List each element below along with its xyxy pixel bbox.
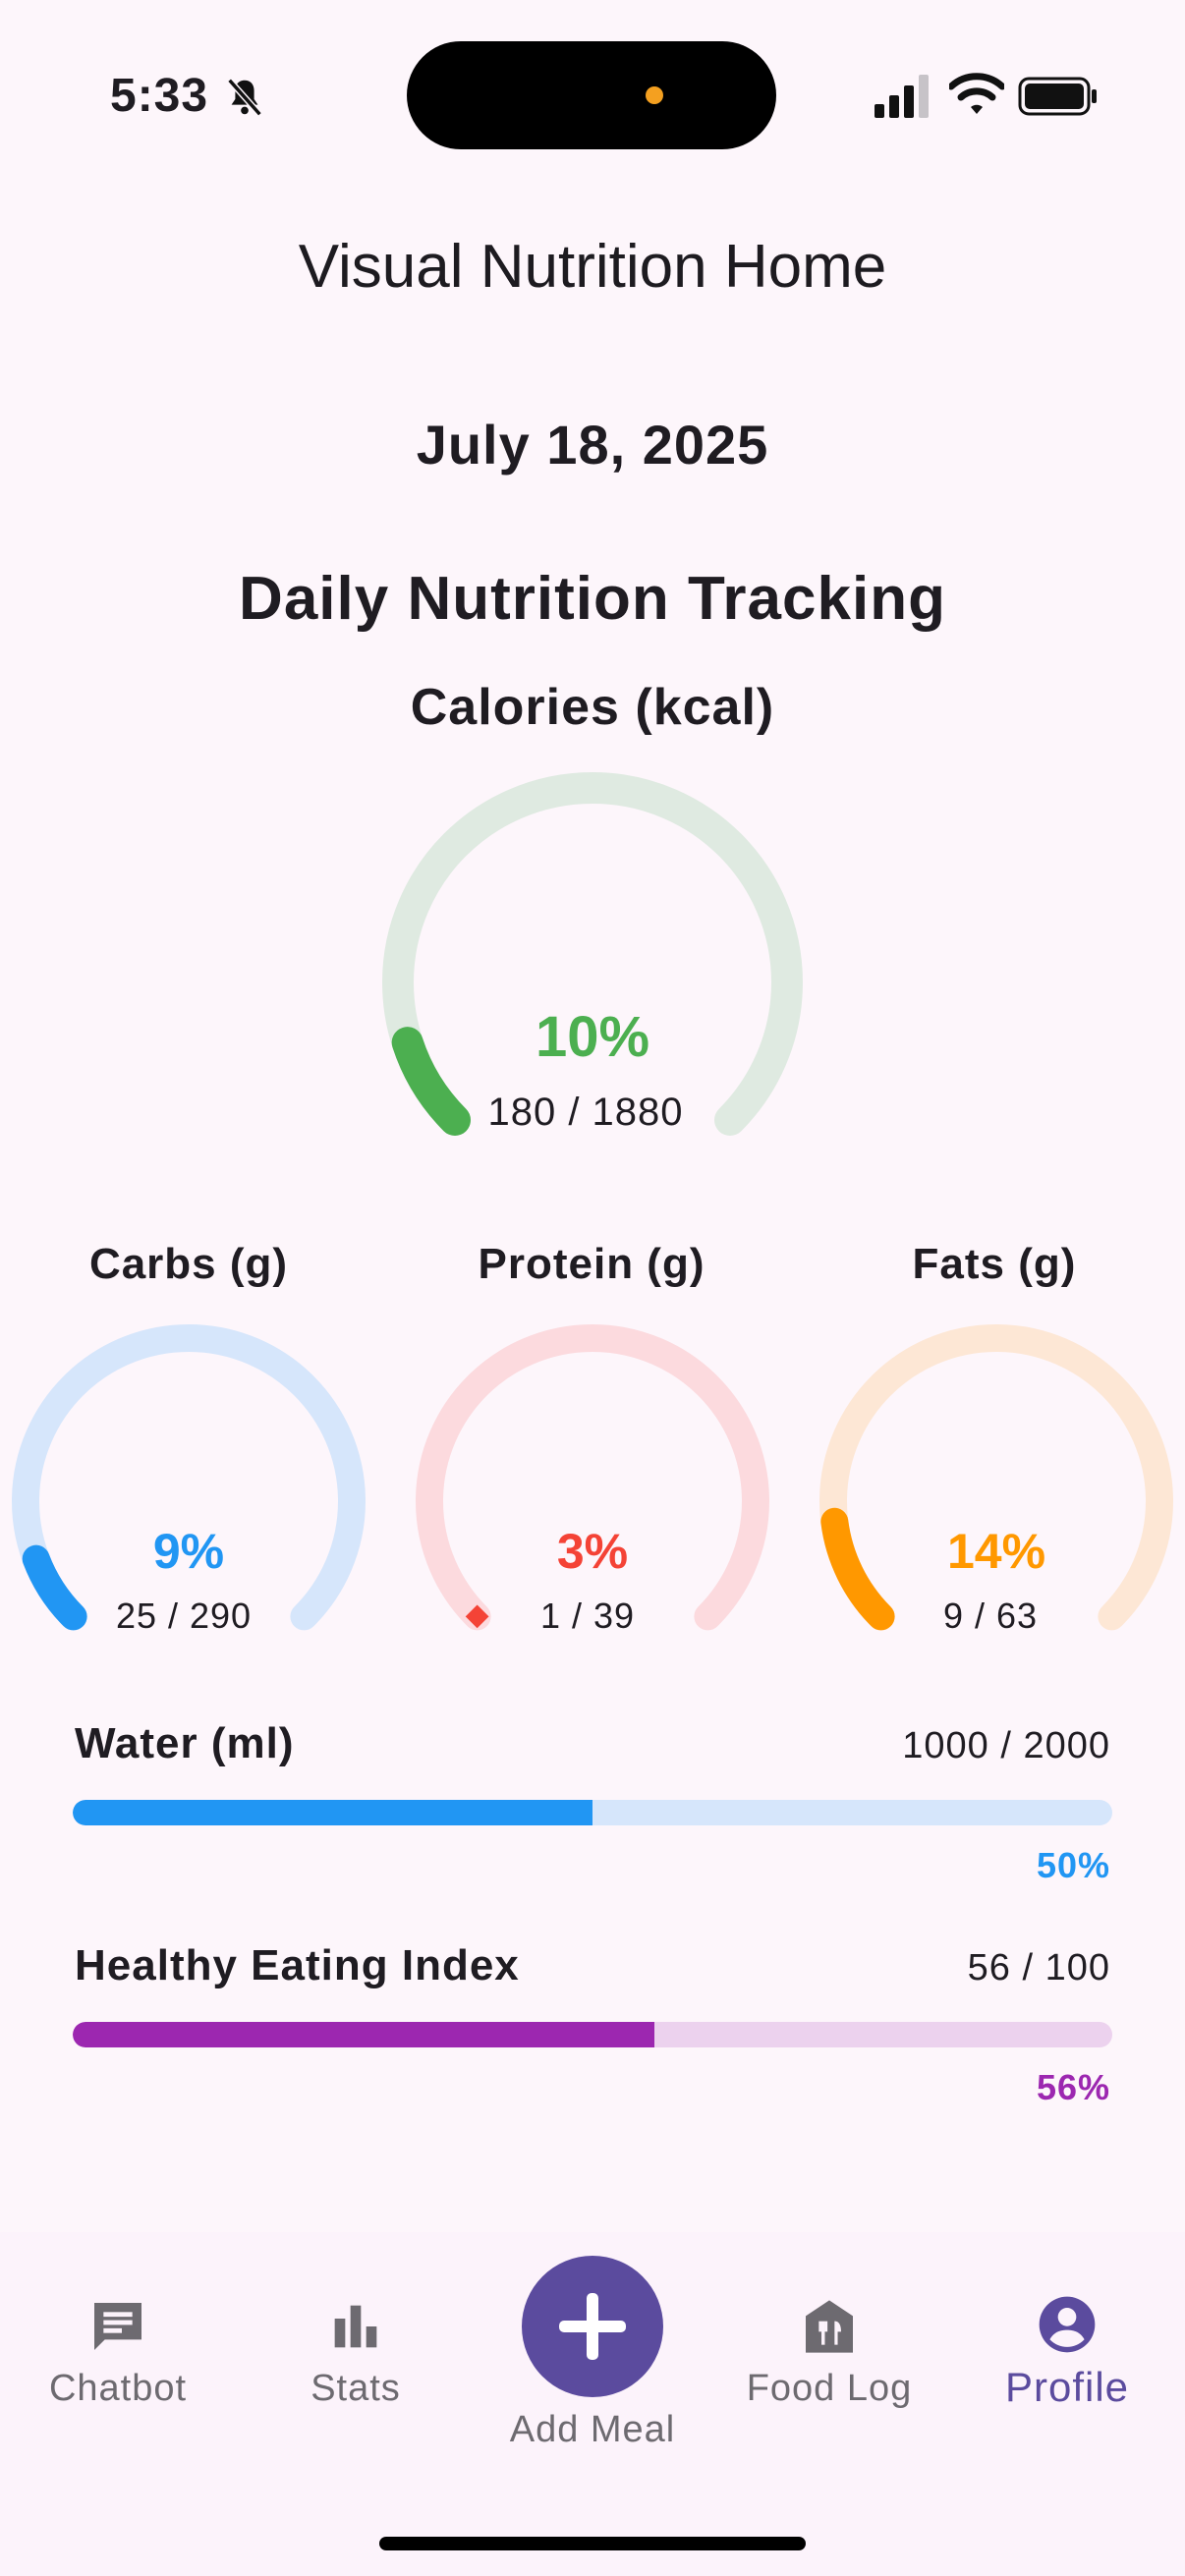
fats-gauge <box>819 1324 1173 1631</box>
nav-label-chatbot: Chatbot <box>48 2368 188 2409</box>
chat-icon <box>94 2303 141 2350</box>
add-meal-button[interactable] <box>522 2256 663 2397</box>
nav-item-food-log[interactable]: Food Log <box>711 2295 947 2410</box>
hei-progress-bar <box>73 2022 1112 2047</box>
protein-percent: 3% <box>556 1524 629 1579</box>
hei-value: 56 / 100 <box>967 1947 1110 1988</box>
water-progress-fill <box>73 1800 592 1825</box>
water-progress-bar <box>73 1800 1112 1825</box>
plus-icon <box>559 2293 626 2360</box>
profile-icon <box>1039 2296 1096 2353</box>
hei-label: Healthy Eating Index <box>75 1941 520 1989</box>
fats-value: 9 / 63 <box>942 1596 1039 1636</box>
carbs-value: 25 / 290 <box>115 1596 253 1636</box>
water-label: Water (ml) <box>75 1719 295 1767</box>
hei-percent: 56% <box>1036 2067 1110 2107</box>
nav-item-stats[interactable]: Stats <box>238 2295 474 2410</box>
bar-chart-icon <box>334 2305 377 2348</box>
nav-label-food-log: Food Log <box>746 2368 913 2409</box>
hei-progress-fill <box>73 2022 655 2047</box>
fats-percent: 14% <box>946 1524 1046 1579</box>
nav-item-chatbot[interactable]: Chatbot <box>0 2295 236 2410</box>
nav-item-profile[interactable]: Profile <box>949 2291 1185 2411</box>
nav-label-add-meal: Add Meal <box>509 2409 676 2450</box>
nav-label-stats: Stats <box>310 2368 401 2409</box>
carbs-percent: 9% <box>152 1524 225 1579</box>
gauge-progress <box>820 1507 895 1631</box>
nav-label-profile: Profile <box>1004 2364 1130 2410</box>
food-log-icon <box>806 2300 853 2353</box>
water-percent: 50% <box>1036 1845 1110 1885</box>
home-indicator <box>379 2537 806 2550</box>
water-value: 1000 / 2000 <box>902 1725 1110 1766</box>
nav-item-add-meal[interactable]: Add Meal <box>475 2409 710 2451</box>
protein-value: 1 / 39 <box>539 1596 636 1636</box>
